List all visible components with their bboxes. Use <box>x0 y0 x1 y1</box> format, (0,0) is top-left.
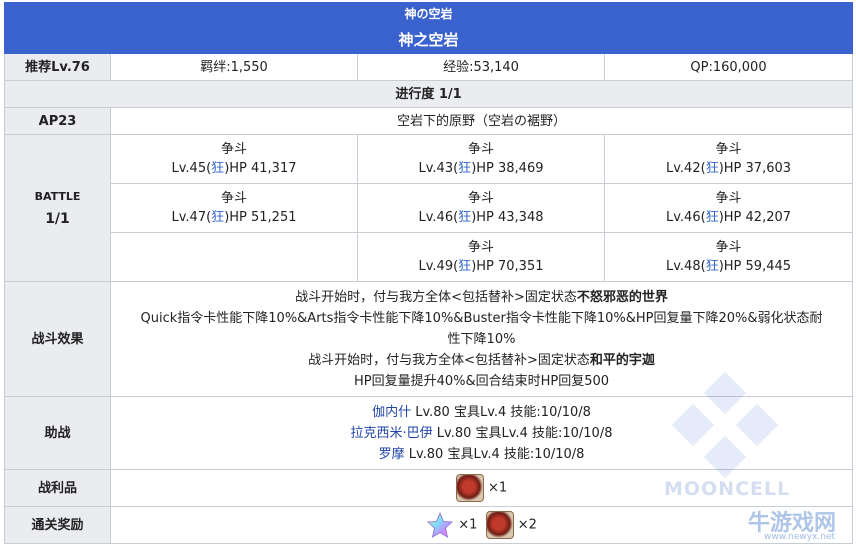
enemy-class: 狂 <box>705 259 719 274</box>
enemy-hp: )HP 37,603 <box>718 161 792 176</box>
enemy-level: Lv.43( <box>418 161 459 176</box>
enemy-cell: 争斗 Lv.43(狂)HP 38,469 <box>357 134 605 184</box>
effect-line-4: 战斗开始时，付与我方全体<包括替补>固定状态 <box>308 352 590 368</box>
enemy-hp: )HP 41,317 <box>224 161 297 176</box>
qp-value: QP:160,000 <box>603 53 854 81</box>
ap-cost: AP23 <box>4 107 111 135</box>
support-detail: Lv.80 宝具Lv.4 技能:10/10/8 <box>411 404 591 420</box>
support-servant-link[interactable]: 罗摩 <box>379 447 405 462</box>
quartz-count: ×1 <box>458 517 478 533</box>
enemy-class: 狂 <box>705 210 719 225</box>
enemy-hp: )HP 70,351 <box>471 259 544 274</box>
support-detail: Lv.80 宝具Lv.4 技能:10/10/8 <box>432 425 613 441</box>
enemy-level: Lv.48( <box>666 259 706 274</box>
enemy-stats: Lv.45(狂)HP 41,317 <box>111 159 357 178</box>
saint-quartz-icon[interactable] <box>426 511 454 539</box>
support-detail: Lv.80 宝具Lv.4 技能:10/10/8 <box>404 446 585 462</box>
site-logo-url: www.newyx.net <box>764 532 836 542</box>
quest-page: 神の空岩 神之空岩 推荐Lv.76 羁绊:1,550 经验:53,140 QP:… <box>0 0 856 547</box>
enemy-stats: Lv.46(狂)HP 43,348 <box>358 208 604 227</box>
enemy-name: 争斗 <box>715 142 742 157</box>
effect-line-3: 性下降10% <box>447 331 516 347</box>
enemy-cell: 争斗 Lv.46(狂)HP 43,348 <box>357 183 605 233</box>
battle-title: BATTLE <box>34 190 81 203</box>
enemy-level: Lv.46( <box>418 210 459 225</box>
drops-label: 战利品 <box>4 469 111 507</box>
enemy-name: 争斗 <box>715 240 742 255</box>
effect-name-1: 不怒邪恶的世界 <box>576 289 668 305</box>
effect-line-1: 战斗开始时，付与我方全体<包括替补>固定状态 <box>295 289 577 305</box>
battle-effects-label: 战斗效果 <box>4 281 111 397</box>
drop-count: ×1 <box>487 480 508 496</box>
enemy-class: 狂 <box>211 210 225 225</box>
enemy-hp: )HP 59,445 <box>718 259 792 274</box>
enemy-cell: 争斗 Lv.45(狂)HP 41,317 <box>110 134 358 184</box>
enemy-hp: )HP 42,207 <box>718 210 792 225</box>
quest-title: 神之空岩 <box>3 26 854 54</box>
enemy-level: Lv.47( <box>171 210 212 225</box>
ember-item-icon[interactable] <box>485 511 514 539</box>
enemy-stats: Lv.43(狂)HP 38,469 <box>358 159 604 178</box>
enemy-name: 争斗 <box>715 191 742 206</box>
enemy-class: 狂 <box>458 210 472 225</box>
enemy-name: 争斗 <box>220 142 247 157</box>
item-count: ×2 <box>517 517 537 533</box>
recommended-level: 推荐Lv.76 <box>4 53 111 81</box>
effect-name-2: 和平的宇迦 <box>589 352 655 368</box>
enemy-level: Lv.45( <box>171 161 212 176</box>
enemy-class: 狂 <box>458 161 472 176</box>
enemy-name: 争斗 <box>467 191 494 206</box>
bond-value: 羁绊:1,550 <box>110 53 358 81</box>
enemy-name: 争斗 <box>467 142 494 157</box>
enemy-class: 狂 <box>211 161 225 176</box>
enemy-hp: )HP 38,469 <box>471 161 544 176</box>
effect-line-2: Quick指令卡性能下降10%&Arts指令卡性能下降10%&Buster指令卡… <box>140 310 823 326</box>
support-servant-link[interactable]: 伽内什 <box>372 405 411 420</box>
enemy-cell <box>110 232 358 282</box>
enemy-class: 狂 <box>458 259 472 274</box>
enemy-cell: 争斗 Lv.48(狂)HP 59,445 <box>603 232 854 282</box>
enemy-name: 争斗 <box>467 240 494 255</box>
progress-label: 进行度 1/1 <box>3 80 854 108</box>
enemy-stats: Lv.47(狂)HP 51,251 <box>111 208 357 227</box>
enemy-class: 狂 <box>705 161 719 176</box>
support-label: 助战 <box>4 396 111 470</box>
enemy-cell: 争斗 Lv.47(狂)HP 51,251 <box>110 183 358 233</box>
battle-count: 1/1 <box>45 211 70 227</box>
enemy-stats: Lv.48(狂)HP 59,445 <box>605 257 852 276</box>
clear-reward-cell: ×1 ×2 <box>109 506 854 544</box>
clear-reward-label: 通关奖励 <box>4 506 111 544</box>
quest-subtitle: 神の空岩 <box>3 2 854 27</box>
enemy-level: Lv.49( <box>418 259 459 274</box>
enemy-stats: Lv.46(狂)HP 42,207 <box>605 208 852 227</box>
enemy-stats: Lv.49(狂)HP 70,351 <box>358 257 604 276</box>
exp-value: 经验:53,140 <box>357 53 605 81</box>
enemy-cell: 争斗 Lv.46(狂)HP 42,207 <box>603 183 854 233</box>
mooncell-watermark-text: MOONCELL <box>664 478 791 500</box>
battle-label: BATTLE 1/1 <box>4 134 111 282</box>
ember-item-icon[interactable] <box>455 474 484 502</box>
enemy-stats: Lv.42(狂)HP 37,603 <box>605 159 852 178</box>
location-name: 空岩下的原野（空岩の裾野） <box>109 107 854 135</box>
support-servant-link[interactable]: 拉克西米·巴伊 <box>351 426 433 441</box>
enemy-level: Lv.46( <box>666 210 706 225</box>
enemy-name: 争斗 <box>220 191 247 206</box>
enemy-cell: 争斗 Lv.49(狂)HP 70,351 <box>357 232 605 282</box>
enemy-hp: )HP 43,348 <box>471 210 544 225</box>
enemy-level: Lv.42( <box>666 161 706 176</box>
enemy-hp: )HP 51,251 <box>224 210 297 225</box>
enemy-cell: 争斗 Lv.42(狂)HP 37,603 <box>603 134 854 184</box>
